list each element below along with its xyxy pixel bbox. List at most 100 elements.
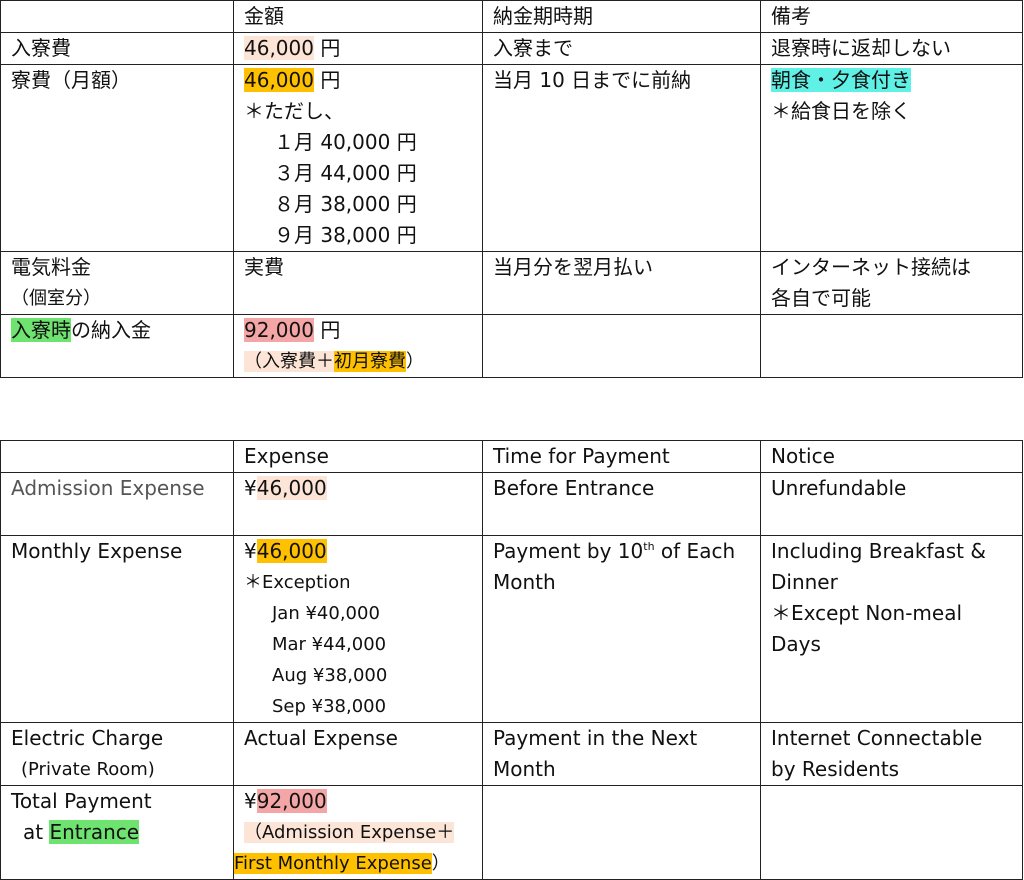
notice-line: 各自で可能 [771, 286, 871, 310]
amount-value: 92,000 [256, 789, 327, 813]
amount-value: 92,000 [244, 318, 314, 342]
table-row-admission: 入寮費 46,000 円 入寮まで 退寮時に返却しない [0, 32, 1023, 65]
item-cell: Total Payment at Entrance [0, 785, 234, 880]
notice-cell: インターネット接続は 各自で可能 [760, 251, 1023, 315]
notice-cell: Internet Connectable by Residents [760, 722, 1023, 786]
header-cell-timing: Time for Payment [482, 440, 761, 473]
breakdown-highlight: First Monthly Expense [234, 853, 432, 874]
timing-cell: Before Entrance [482, 472, 761, 536]
notice-line: インターネット接続は [771, 255, 971, 279]
notice-cell: 朝食・夕食付き ＊給食日を除く [760, 64, 1023, 252]
table-row-monthly: Monthly Expense ¥46,000 ＊Exception Jan ¥… [0, 535, 1023, 723]
item-line: Electric Charge [11, 726, 164, 750]
table-row-electric: 電気料金 （個室分） 実費 当月分を翌月払い インターネット接続は 各自で可能 [0, 251, 1023, 315]
item-cell: Electric Charge (Private Room) [0, 722, 234, 786]
header-cell-item [0, 440, 234, 473]
notice-line: by Residents [771, 757, 900, 781]
exception-item: Mar ¥44,000 [272, 634, 387, 655]
table-row-total: Total Payment at Entrance ¥92,000 （Admis… [0, 785, 1023, 880]
amount-unit: 円 [313, 68, 341, 92]
item-rest: の納入金 [71, 318, 151, 342]
amount-value: 46,000 [256, 476, 327, 500]
item-line: Total Payment [11, 789, 152, 813]
item-cell: 入寮費 [0, 32, 234, 65]
header-cell-notice: Notice [760, 440, 1023, 473]
timing-cell: 当月分を翌月払い [482, 251, 761, 315]
header-cell-timing: 納金期時期 [482, 0, 761, 33]
amount-cell: Actual Expense [233, 722, 483, 786]
exception-item: ９月 38,000 円 [274, 223, 417, 247]
exception-item: １月 40,000 円 [274, 130, 417, 154]
timing-cell: 入寮まで [482, 32, 761, 65]
breakdown-close: ） [431, 853, 450, 874]
amount-cell: 46,000 円 ＊ただし、 １月 40,000 円 ３月 44,000 円 ８… [233, 64, 483, 252]
table-row-admission: Admission Expense ¥46,000 Before Entranc… [0, 472, 1023, 536]
item-cell: Monthly Expense [0, 535, 234, 723]
item-cell: 寮費（月額） [0, 64, 234, 252]
notice-cell: Including Breakfast & Dinner ＊Except Non… [760, 535, 1023, 723]
exception-item: Jan ¥40,000 [272, 603, 380, 624]
exception-item: Aug ¥38,000 [272, 665, 388, 686]
amount-cell: 92,000 円 （入寮費＋初月寮費） [233, 314, 483, 378]
breakdown-highlight: 初月寮費 [334, 351, 406, 372]
notice-cell: 退寮時に返却しない [760, 32, 1023, 65]
timing-cell: 当月 10 日までに前納 [482, 64, 761, 252]
table-row-electric: Electric Charge (Private Room) Actual Ex… [0, 722, 1023, 786]
item-cell: Admission Expense [0, 472, 234, 536]
item-prefix: at [23, 820, 50, 844]
exception-label: ＊Exception [244, 572, 351, 593]
table-header-row: 金額 納金期時期 備考 [0, 0, 1023, 33]
amount-unit: 円 [313, 318, 341, 342]
table-row-monthly: 寮費（月額） 46,000 円 ＊ただし、 １月 40,000 円 ３月 44,… [0, 64, 1023, 252]
exception-label: ＊ただし、 [244, 99, 344, 123]
amount-cell: 46,000 円 [233, 32, 483, 65]
timing-text: Payment by 10 [493, 539, 644, 563]
amount-value: 46,000 [244, 68, 314, 92]
notice-line: Internet Connectable [771, 726, 983, 750]
timing-line: Month [493, 757, 556, 781]
notice-cell [760, 314, 1023, 378]
item-subline: (Private Room) [21, 759, 155, 780]
meal-highlight: 朝食・夕食付き [771, 68, 911, 92]
header-cell-notice: 備考 [760, 0, 1023, 33]
yen-sign: ¥ [244, 539, 257, 563]
exception-item: ３月 44,000 円 [274, 161, 417, 185]
amount-cell: ¥46,000 [233, 472, 483, 536]
item-subline: （個室分） [11, 288, 101, 309]
amount-value: 46,000 [256, 539, 327, 563]
fee-table-japanese: 金額 納金期時期 備考 入寮費 46,000 円 入寮まで 退寮時に返却しない … [0, 0, 1023, 378]
timing-line: Month [493, 570, 556, 594]
timing-cell: Payment in the Next Month [482, 722, 761, 786]
notice-line: Including Breakfast & [771, 539, 986, 563]
yen-sign: ¥ [244, 789, 257, 813]
timing-text: of Each [654, 539, 736, 563]
breakdown-part: （Admission Expense＋ [244, 822, 455, 843]
entrance-highlight: 入寮時 [11, 318, 71, 342]
item-cell: 電気料金 （個室分） [0, 251, 234, 315]
amount-cell: ¥46,000 ＊Exception Jan ¥40,000 Mar ¥44,0… [233, 535, 483, 723]
timing-cell [482, 785, 761, 880]
item-line: 電気料金 [11, 255, 91, 279]
header-cell-item [0, 0, 234, 33]
notice-line: Dinner [771, 570, 838, 594]
breakdown-close: ） [406, 351, 424, 372]
table-header-row: Expense Time for Payment Notice [0, 440, 1023, 473]
ordinal-suffix: th [643, 540, 655, 553]
amount-cell: 実費 [233, 251, 483, 315]
notice-cell [760, 785, 1023, 880]
header-cell-expense: Expense [233, 440, 483, 473]
amount-unit: 円 [313, 36, 341, 60]
amount-cell: ¥92,000 （Admission Expense＋ First Monthl… [233, 785, 483, 880]
notice-cell: Unrefundable [760, 472, 1023, 536]
notice-line: Days [771, 632, 821, 656]
amount-value: 46,000 [244, 36, 314, 60]
breakdown-part: （入寮費＋ [244, 351, 334, 372]
timing-cell [482, 314, 761, 378]
item-cell: 入寮時の納入金 [0, 314, 234, 378]
table-row-total: 入寮時の納入金 92,000 円 （入寮費＋初月寮費） [0, 314, 1023, 378]
fee-table-english: Expense Time for Payment Notice Admissio… [0, 440, 1023, 880]
exception-item: Sep ¥38,000 [272, 696, 387, 717]
timing-cell: Payment by 10th of Each Month [482, 535, 761, 723]
header-cell-amount: 金額 [233, 0, 483, 33]
entrance-highlight: Entrance [49, 820, 140, 844]
